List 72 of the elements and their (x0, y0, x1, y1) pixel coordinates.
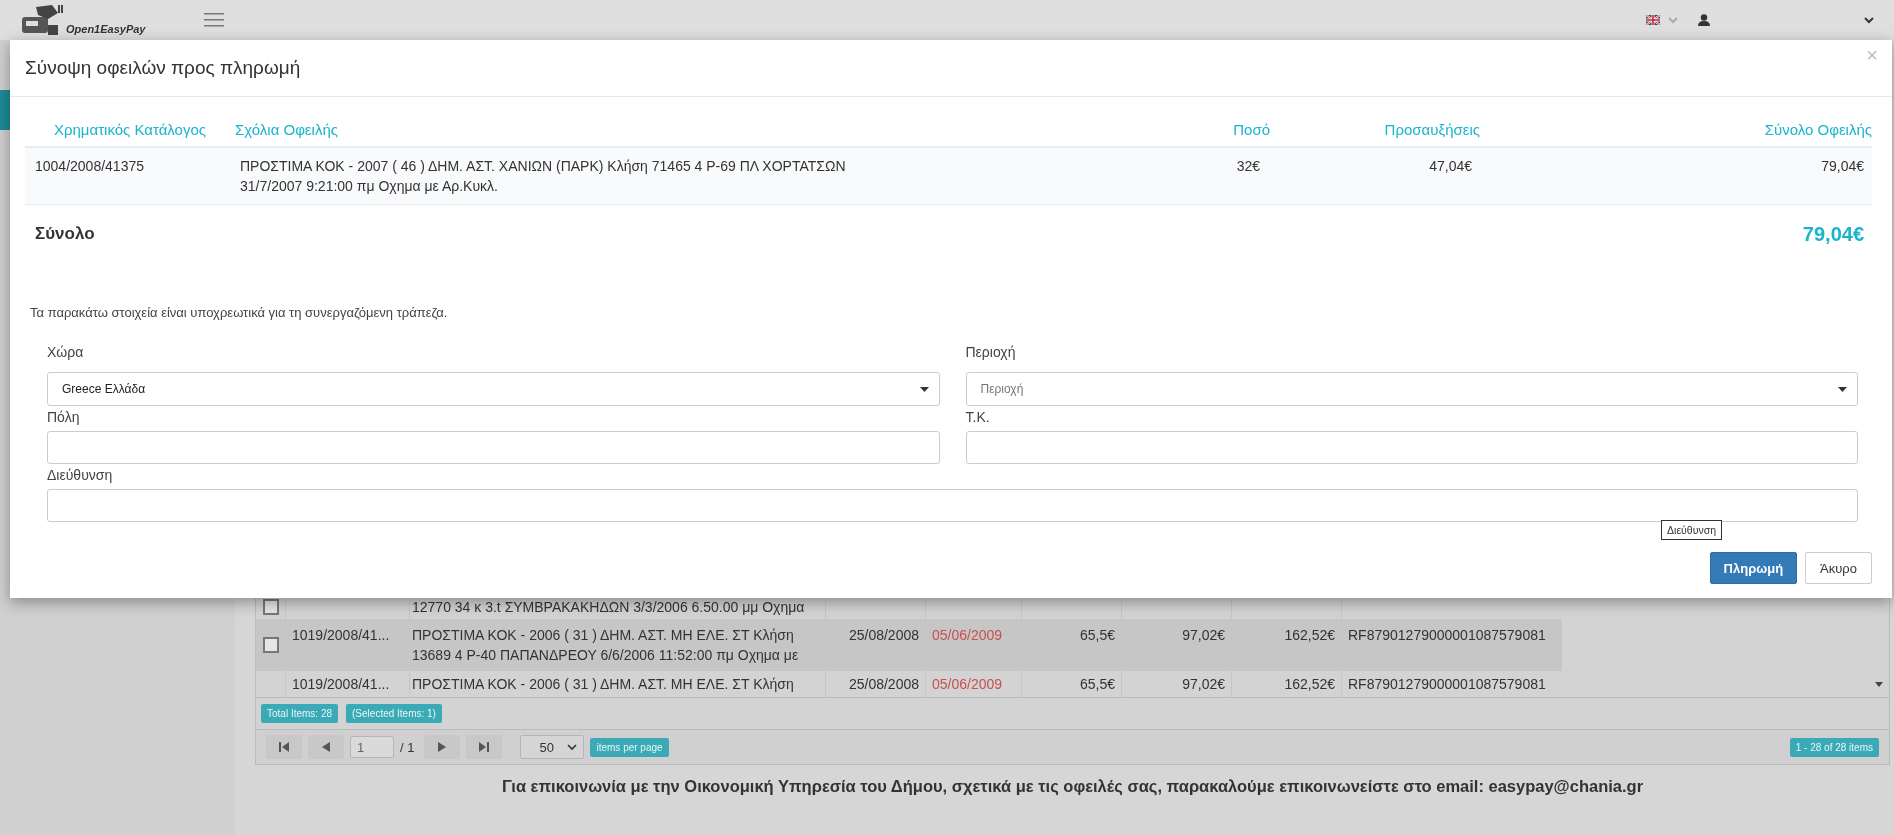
row-checkbox[interactable] (262, 599, 279, 615)
surcharge-cell: 97,02€ (1182, 627, 1225, 643)
tooltip: Διεύθυνση (1661, 520, 1722, 540)
date-cell: 25/08/2008 (848, 676, 919, 692)
catalog-cell-text: 1004/2008/41375 (34, 157, 145, 176)
total-label: Σύνολο (35, 224, 95, 244)
cancel-button[interactable]: Άκυρο (1805, 552, 1872, 584)
items-per-page-label: items per page (590, 737, 669, 757)
field-label: Τ.Κ. (965, 408, 991, 427)
chevron-down-icon[interactable] (1864, 16, 1874, 24)
page-count: / 1 (400, 739, 415, 755)
field-label: Διεύθυνση (47, 466, 114, 485)
comments-cell: ΠΡΟΣΤΙΜΑ ΚΟΚ - 2006 ( 31 ) ΔΗΜ. ΑΣΤ. ΜΗ ΕΛΕ. ΣΤ Κλήση (412, 676, 794, 692)
surcharge-cell: 97,02€ (1182, 676, 1225, 692)
dropdown-caret-icon (919, 386, 929, 392)
input-field[interactable] (47, 431, 940, 464)
field-label: Περιοχή (965, 344, 1017, 362)
input-field[interactable] (47, 489, 1858, 522)
field-label: Χώρα (47, 344, 85, 362)
flag-icon[interactable] (1646, 15, 1660, 25)
column-header: Σύνολο Οφειλής (1763, 120, 1872, 140)
next-icon (438, 742, 447, 752)
amount-cell-text: 32€ (1235, 157, 1261, 176)
amount-cell: 65,5€ (1079, 676, 1115, 692)
chevron-down-icon (567, 743, 578, 751)
page-size-select[interactable]: 50 (520, 735, 585, 759)
due-date-cell: 05/06/2009 (932, 676, 1003, 692)
total-items-label: Total Items: 28 (261, 704, 339, 723)
date-cell: 25/08/2008 (848, 627, 919, 643)
pay-button[interactable]: Πληρωμή (1709, 552, 1798, 584)
total-cell: 162,52€ (1284, 676, 1335, 692)
input-field[interactable] (965, 431, 1858, 464)
catalog-cell: 1019/2008/41... (292, 676, 390, 692)
column-header: Ποσό (1232, 120, 1270, 140)
first-page-icon (279, 742, 289, 752)
column-header: Σχόλια Οφειλής (235, 120, 339, 140)
field-label: Πόλη (47, 408, 81, 427)
column-header: Προσαυξήσεις (1383, 120, 1480, 140)
row-checkbox[interactable] (262, 637, 279, 653)
page-input[interactable]: 1 (350, 736, 394, 758)
due-date-cell: 05/06/2009 (932, 627, 1003, 643)
dropdown-caret-icon (1838, 386, 1847, 392)
comments-cell: 12770 34 κ 3.t ΣΥΜΒΡΑΚΑΚΗΔΩΝ 3/3/2006 6.50.00 μμ Οχημα (412, 599, 805, 615)
select-field[interactable]: Greece Ελλάδα (47, 372, 940, 406)
last-page-button[interactable] (466, 735, 503, 759)
catalog-cell: 1019/2008/41... (292, 627, 390, 643)
required-note: Τα παρακάτω στοιχεία είναι υποχρεωτικά για τη συνεργαζόμενη τράπεζα. (29, 304, 449, 320)
column-header: Χρηματικός Κατάλογος (52, 120, 208, 140)
next-page-button[interactable] (424, 735, 461, 759)
comments-cell: ΠΡΟΣΤΙΜΑ ΚΟΚ - 2006 ( 31 ) ΔΗΜ. ΑΣΤ. ΜΗ ΕΛΕ. ΣΤ Κλήση 13689 4 Ρ-40 ΠΑΠΑΝΔΡΕΟΥ 6/6/2006 11:52:00 πμ Οχημα με (412, 627, 799, 663)
item-range-label: 1 - 28 of 28 items (1789, 737, 1879, 757)
total-amount: 79,04€ (1802, 222, 1864, 246)
grid-row[interactable]: 1019/2008/41... ΠΡΟΣΤΙΜΑ ΚΟΚ - 2006 ( 31 ) ΔΗΜ. ΑΣΤ. ΜΗ ΕΛΕ. ΣΤ Κλήση 13689 4 Ρ-40 ΠΑΠΑΝΔΡΕΟΥ 6/6/2006 11:52:00 πμ Οχημα με 25/08/2008 05/06/2009 65,5€ 97,02€ 162,52€ RF87901279000001087579081 (256, 619, 1562, 671)
comments-cell-text: ΠΡΟΣΤΙΜΑ ΚΟΚ - 2007 ( 46 ) ΔΗΜ. ΑΣΤ. ΧΑΝΙΩΝ (ΠΑΡΚ) Κλήση 71465 4 Ρ-69 ΠΛ ΧΟΡΤΑΤΣΩΝ 31/7/2007 9:21:00 πμ Οχημα με Αρ.Κυκλ. (240, 157, 847, 196)
last-page-icon (479, 742, 490, 752)
total-cell-text: 79,04€ (1820, 157, 1865, 176)
previous-icon (322, 742, 330, 752)
first-page-button[interactable] (266, 735, 302, 759)
total-cell: 162,52€ (1284, 627, 1335, 643)
select-field[interactable]: Περιοχή (965, 372, 1858, 406)
logo-text: Open1EasyPay (66, 23, 146, 35)
scroll-down-icon[interactable] (1875, 682, 1883, 687)
surcharge-cell-text: 47,04€ (1428, 157, 1473, 176)
payment-code-cell: RF87901279000001087579081 (1348, 627, 1546, 643)
dialog-title: Σύνοψη οφειλών προς πληρωμή (25, 57, 301, 79)
payment-code-cell: RF87901279000001087579081 (1348, 676, 1546, 692)
contact-note: Για επικοινωνία με την Οικονομική Υπηρεσία του Δήμου, σχετικά με τις οφειλές σας, παρακαλούμε επικοινωνείστε στο email: easypay@chania.gr (500, 776, 1645, 796)
menu-icon[interactable] (204, 13, 224, 27)
user-icon[interactable] (1698, 14, 1710, 26)
previous-page-button[interactable] (308, 735, 344, 759)
selected-items-label: (Selected Items: 1) (346, 704, 442, 723)
amount-cell: 65,5€ (1079, 627, 1115, 643)
